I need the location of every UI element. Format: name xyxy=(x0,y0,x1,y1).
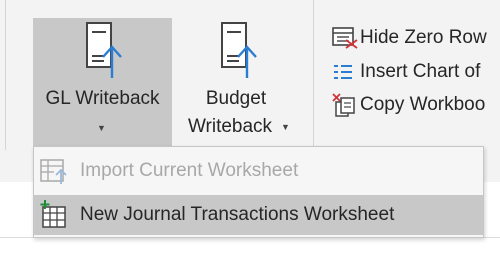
budget-writeback-label-line2: Writeback xyxy=(187,116,273,137)
gl-writeback-dropdown-menu: Import Current Worksheet New Journal Tra… xyxy=(33,146,484,238)
list-icon xyxy=(334,65,352,79)
budget-writeback-button[interactable]: Budget Writeback ▼ xyxy=(175,18,297,148)
budget-writeback-icon xyxy=(221,22,257,78)
chevron-down-icon: ▼ xyxy=(281,122,290,132)
gl-writeback-button[interactable]: GL Writeback ▼ xyxy=(33,18,172,148)
insert-chart-of-accounts-button[interactable]: Insert Chart of xyxy=(330,58,480,86)
copy-workbook-button[interactable]: Copy Workboo xyxy=(330,91,485,119)
copy-workbook-label: Copy Workboo xyxy=(360,94,486,115)
hide-zero-rows-button[interactable]: Hide Zero Row xyxy=(330,24,487,52)
gl-writeback-icon xyxy=(86,22,122,78)
import-worksheet-icon xyxy=(40,159,67,184)
budget-writeback-label-line1: Budget xyxy=(205,88,267,109)
menu-item-label: Import Current Worksheet xyxy=(80,160,299,181)
hide-zero-rows-label: Hide Zero Row xyxy=(360,27,487,48)
copy-workbook-icon xyxy=(332,93,355,117)
insert-chart-of-accounts-label: Insert Chart of xyxy=(360,61,481,82)
chevron-down-icon: ▼ xyxy=(97,123,106,133)
group-separator xyxy=(313,0,314,148)
ribbon-left-edge xyxy=(5,0,6,150)
gl-writeback-label: GL Writeback xyxy=(45,88,160,109)
menu-item-new-journal-transactions-worksheet[interactable]: New Journal Transactions Worksheet xyxy=(34,195,483,235)
new-worksheet-icon xyxy=(40,200,66,228)
menu-item-label: New Journal Transactions Worksheet xyxy=(80,204,395,225)
hide-zero-rows-icon xyxy=(332,27,358,49)
menu-item-import-current-worksheet[interactable]: Import Current Worksheet xyxy=(34,151,483,191)
